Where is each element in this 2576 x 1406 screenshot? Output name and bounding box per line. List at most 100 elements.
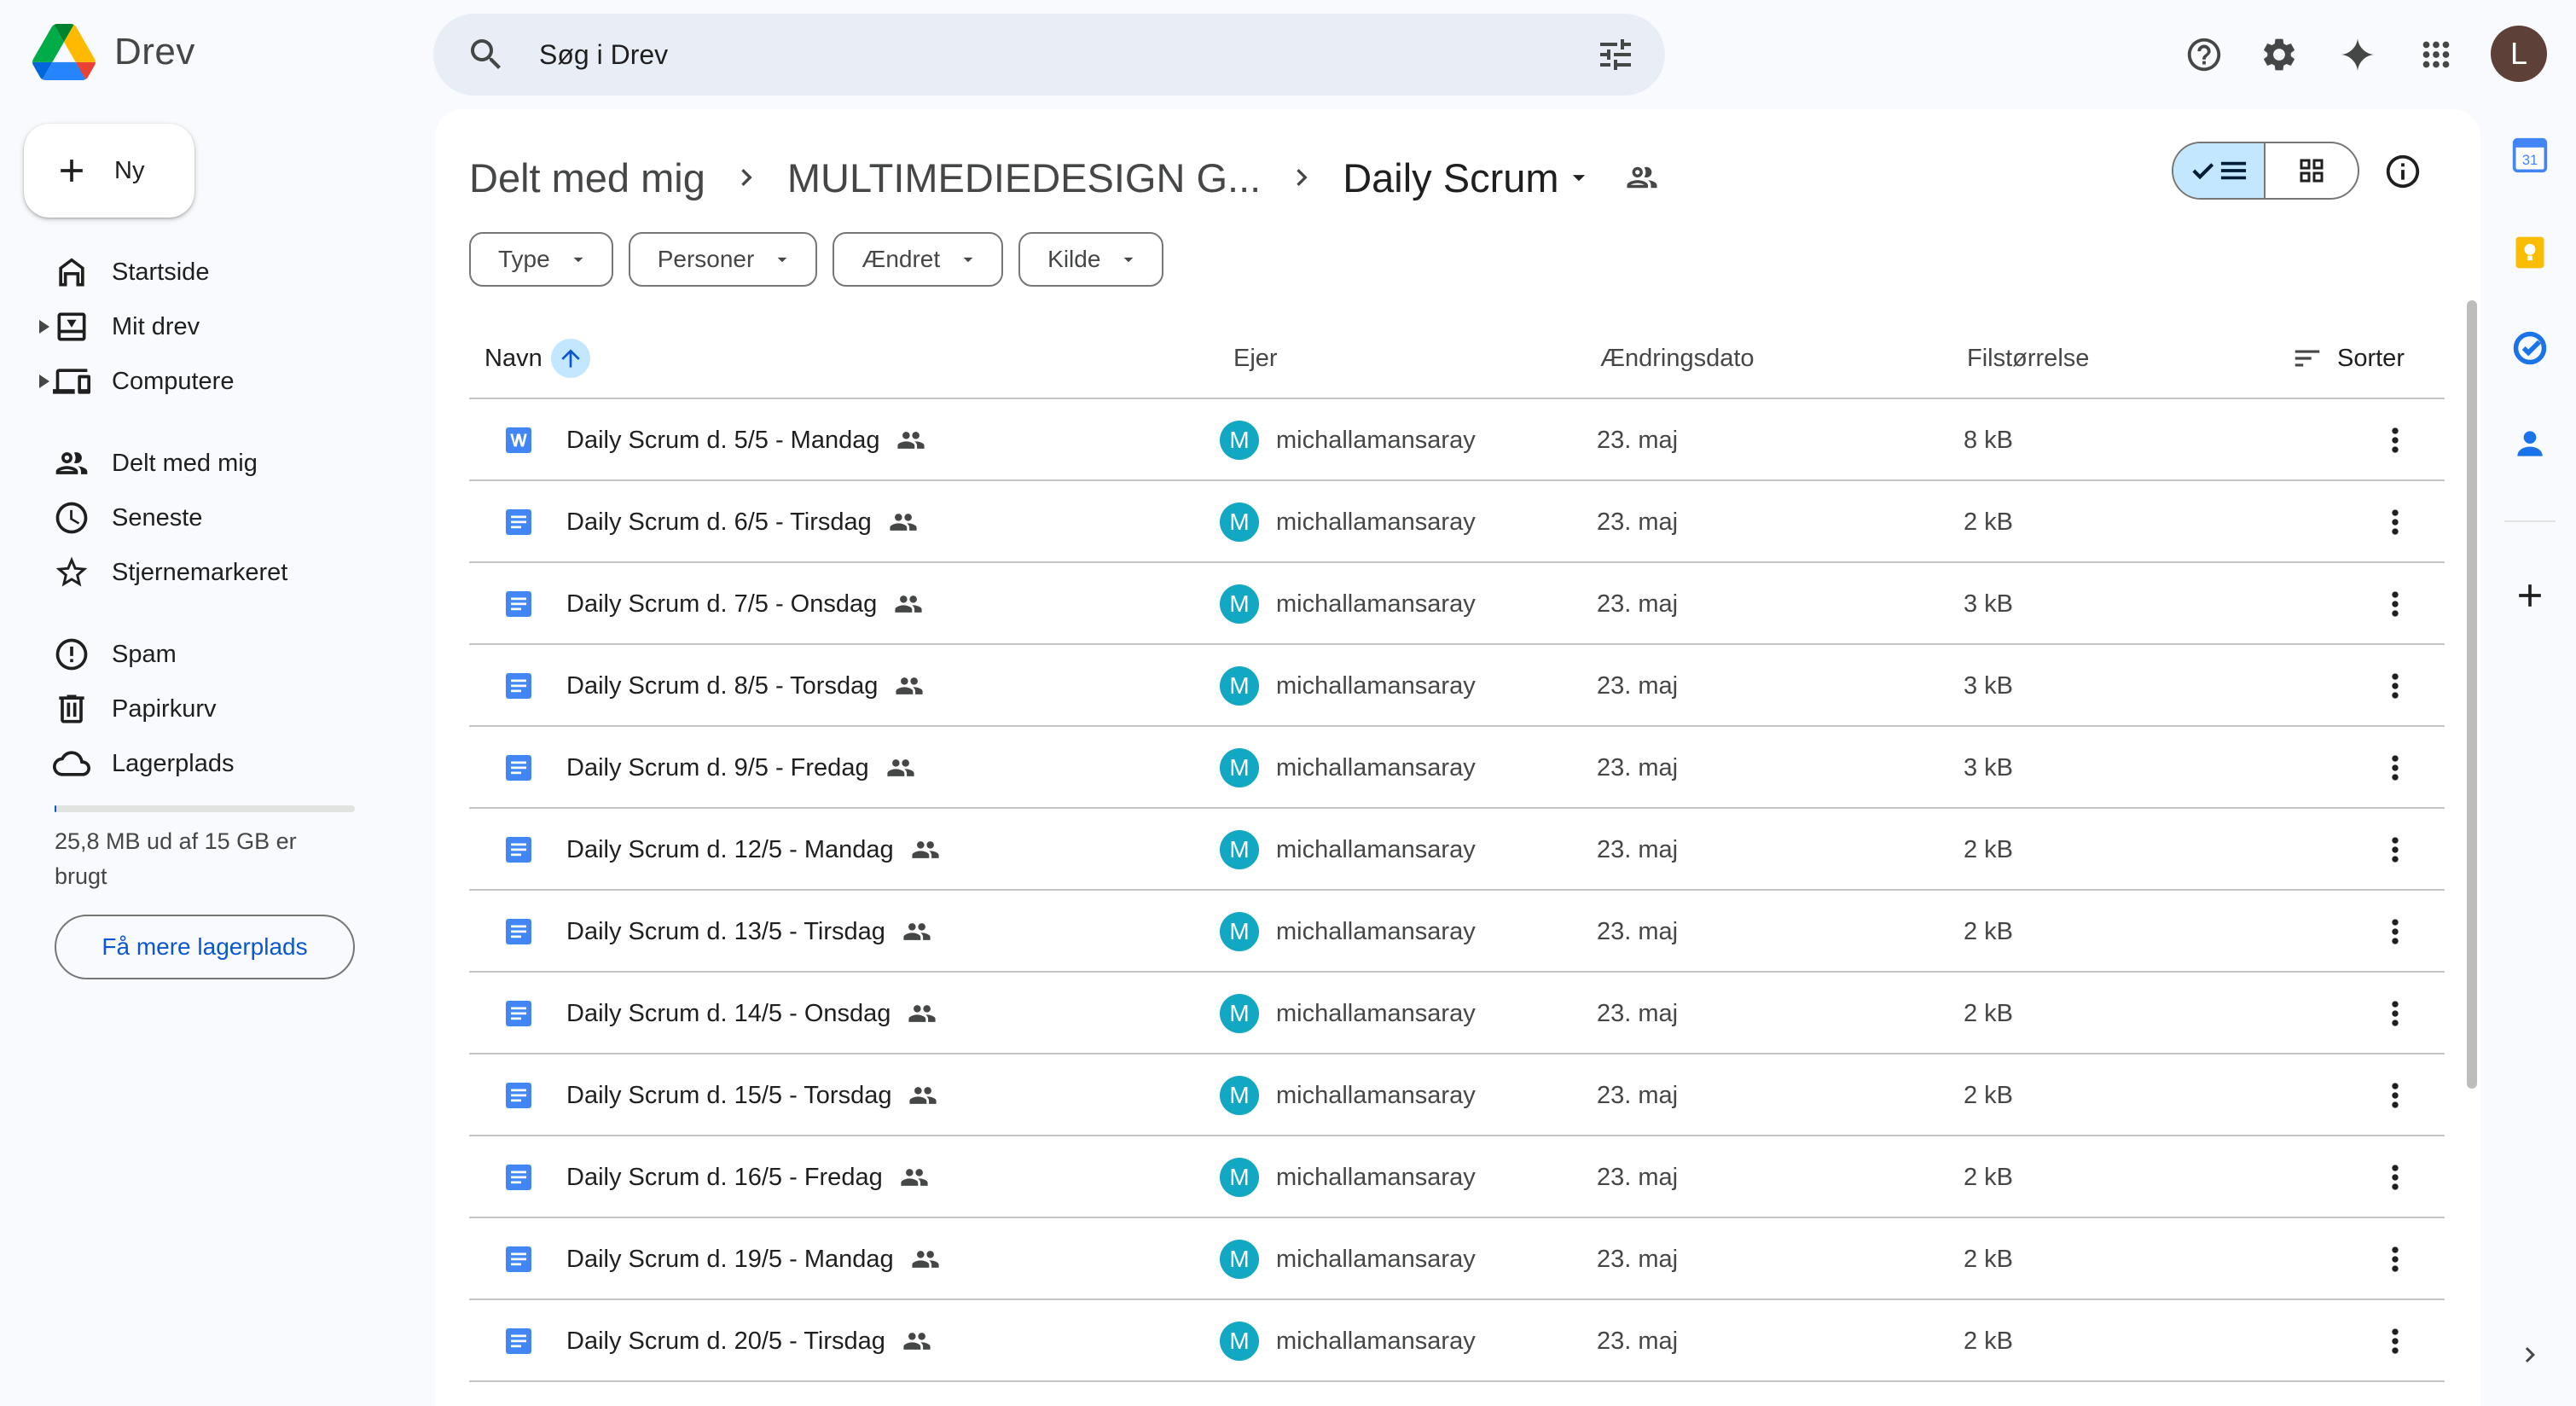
file-name[interactable]: Daily Scrum d. 16/5 - Fredag: [566, 1136, 929, 1218]
more-vertical-icon[interactable]: [2376, 913, 2414, 950]
settings-button[interactable]: [2247, 22, 2312, 87]
tasks-app-icon[interactable]: [2511, 329, 2549, 367]
more-vertical-icon[interactable]: [2376, 1077, 2414, 1114]
storage-progress-fill: [55, 805, 56, 812]
file-name[interactable]: Daily Scrum d. 8/5 - Torsdag: [566, 645, 924, 727]
search-options-icon[interactable]: [1595, 34, 1636, 75]
sidebar-item-storage[interactable]: Lagerplads: [0, 736, 409, 791]
file-name[interactable]: Daily Scrum d. 13/5 - Tirsdag: [566, 891, 931, 973]
sidebar-item-trash[interactable]: Papirkurv: [0, 682, 409, 736]
keep-app-icon[interactable]: [2511, 234, 2549, 271]
more-vertical-icon[interactable]: [2376, 667, 2414, 705]
file-row[interactable]: Daily Scrum d. 8/5 - Torsdag Mmichallaman…: [469, 645, 2445, 727]
more-vertical-icon[interactable]: [2376, 749, 2414, 787]
drive-logo[interactable]: Drev: [32, 24, 195, 80]
file-row[interactable]: Daily Scrum d. 5/5 - Mandag Mmichallamans…: [469, 399, 2445, 481]
calendar-app-icon[interactable]: 31: [2511, 137, 2549, 174]
file-owner: michallamansaray: [1276, 671, 1476, 700]
help-button[interactable]: [2172, 22, 2237, 87]
column-owner-header[interactable]: Ejer: [1233, 317, 1278, 399]
more-vertical-icon[interactable]: [2376, 831, 2414, 869]
file-row[interactable]: Daily Scrum d. 19/5 - Mandag Mmichallaman…: [469, 1218, 2445, 1300]
search-input[interactable]: [539, 29, 1595, 80]
column-modified-header[interactable]: Ændringsdato: [1600, 317, 1755, 399]
file-row[interactable]: Daily Scrum d. 15/5 - Torsdag Mmichallama…: [469, 1054, 2445, 1136]
shared-people-icon: [897, 432, 925, 449]
more-vertical-icon[interactable]: [2376, 1240, 2414, 1278]
file-row[interactable]: Daily Scrum d. 9/5 - Fredag Mmichallamans…: [469, 727, 2445, 809]
file-name-text: Daily Scrum d. 12/5 - Mandag: [566, 835, 894, 863]
column-size-header[interactable]: Filstørrelse: [1967, 317, 2089, 399]
file-name[interactable]: Daily Scrum d. 9/5 - Fredag: [566, 727, 915, 809]
filter-source-chip[interactable]: Kilde: [1018, 232, 1164, 287]
sidebar-item-shared-with-me[interactable]: Delt med mig: [0, 436, 409, 491]
sidebar-item-spam[interactable]: Spam: [0, 627, 409, 682]
more-vertical-icon[interactable]: [2376, 1159, 2414, 1196]
file-name[interactable]: Daily Scrum d. 19/5 - Mandag: [566, 1218, 940, 1300]
add-addon-icon[interactable]: [2511, 577, 2549, 614]
breadcrumb-item-shared[interactable]: Delt med mig: [469, 154, 705, 201]
shared-people-icon: [912, 1251, 939, 1268]
sidebar-item-home[interactable]: Startside: [0, 245, 409, 299]
search-icon[interactable]: [466, 34, 507, 75]
sort-options-button[interactable]: Sorter: [2291, 317, 2405, 399]
more-vertical-icon[interactable]: [2376, 421, 2414, 459]
list-view-button[interactable]: [2173, 143, 2266, 198]
file-row[interactable]: Daily Scrum d. 16/5 - Fredag Mmichallaman…: [469, 1136, 2445, 1218]
column-name-header[interactable]: Navn: [484, 317, 590, 399]
file-modified-date: 23. maj: [1597, 999, 1679, 1027]
file-name[interactable]: Daily Scrum d. 12/5 - Mandag: [566, 809, 940, 891]
sidebar-item-computers[interactable]: Computere: [0, 354, 409, 409]
file-name[interactable]: Daily Scrum d. 7/5 - Onsdag: [566, 563, 923, 645]
more-vertical-icon[interactable]: [2376, 585, 2414, 623]
new-button[interactable]: Ny: [24, 124, 194, 218]
filter-chip-label: Ændret: [862, 246, 941, 272]
file-row[interactable]: Daily Scrum d. 12/5 - Mandag Mmichallaman…: [469, 809, 2445, 891]
sidebar-item-starred[interactable]: Stjernemarkeret: [0, 545, 409, 600]
file-size: 3 kB: [1964, 590, 2014, 618]
filter-modified-chip[interactable]: Ændret: [833, 232, 1004, 287]
file-row[interactable]: Daily Scrum d. 13/5 - Tirsdag Mmichallama…: [469, 891, 2445, 973]
file-name[interactable]: Daily Scrum d. 15/5 - Torsdag: [566, 1054, 937, 1136]
file-name[interactable]: Daily Scrum d. 6/5 - Tirsdag: [566, 481, 918, 563]
sidebar-item-my-drive[interactable]: Mit drev: [0, 299, 409, 354]
gemini-button[interactable]: [2325, 22, 2390, 87]
expand-caret-icon[interactable]: [39, 320, 49, 334]
more-vertical-icon[interactable]: [2376, 1322, 2414, 1360]
search-bar[interactable]: [433, 14, 1665, 96]
computers-icon: [53, 369, 90, 394]
account-avatar[interactable]: L: [2491, 26, 2547, 82]
file-row[interactable]: Daily Scrum d. 6/5 - Tirsdag Mmichallaman…: [469, 481, 2445, 563]
file-owner: michallamansaray: [1276, 1245, 1476, 1273]
file-name-text: Daily Scrum d. 20/5 - Tirsdag: [566, 1327, 885, 1355]
grid-view-button[interactable]: [2266, 143, 2358, 198]
contacts-app-icon[interactable]: [2511, 425, 2549, 462]
shared-folder-people-icon[interactable]: [1624, 160, 1660, 195]
sidebar-item-label: Mit drev: [112, 312, 200, 340]
breadcrumb-current-folder[interactable]: Daily Scrum: [1343, 154, 1558, 201]
file-row[interactable]: Daily Scrum d. 20/5 - Tirsdag Mmichallama…: [469, 1300, 2445, 1382]
main-scrollbar[interactable]: [2467, 300, 2477, 1089]
get-more-storage-button[interactable]: Få mere lagerplads: [55, 915, 355, 979]
file-name[interactable]: Daily Scrum d. 14/5 - Onsdag: [566, 973, 937, 1054]
apps-button[interactable]: [2404, 22, 2469, 87]
filter-people-chip[interactable]: Personer: [628, 232, 818, 287]
file-name[interactable]: Daily Scrum d. 5/5 - Mandag: [566, 399, 925, 481]
breadcrumb-item-folder[interactable]: MULTIMEDIEDESIGN G...: [787, 154, 1261, 201]
filter-chip-label: Type: [498, 246, 550, 272]
file-name[interactable]: Daily Scrum d. 20/5 - Tirsdag: [566, 1300, 931, 1382]
more-vertical-icon[interactable]: [2376, 995, 2414, 1032]
more-vertical-icon[interactable]: [2376, 503, 2414, 541]
filter-type-chip[interactable]: Type: [469, 232, 613, 287]
sidebar-item-label: Lagerplads: [112, 749, 235, 777]
expand-caret-icon[interactable]: [39, 375, 49, 388]
info-icon[interactable]: [2383, 152, 2422, 191]
view-toggle[interactable]: [2172, 142, 2359, 200]
file-row[interactable]: Daily Scrum d. 14/5 - Onsdag Mmichallaman…: [469, 973, 2445, 1054]
sort-ascending-button[interactable]: [550, 339, 590, 378]
file-row[interactable]: Daily Scrum d. 7/5 - Onsdag Mmichallamans…: [469, 563, 2445, 645]
dropdown-arrow-icon[interactable]: [1564, 163, 1593, 192]
expand-side-panel-icon[interactable]: [2515, 1339, 2545, 1370]
sidebar-item-label: Seneste: [112, 503, 203, 532]
sidebar-item-recent[interactable]: Seneste: [0, 491, 409, 545]
